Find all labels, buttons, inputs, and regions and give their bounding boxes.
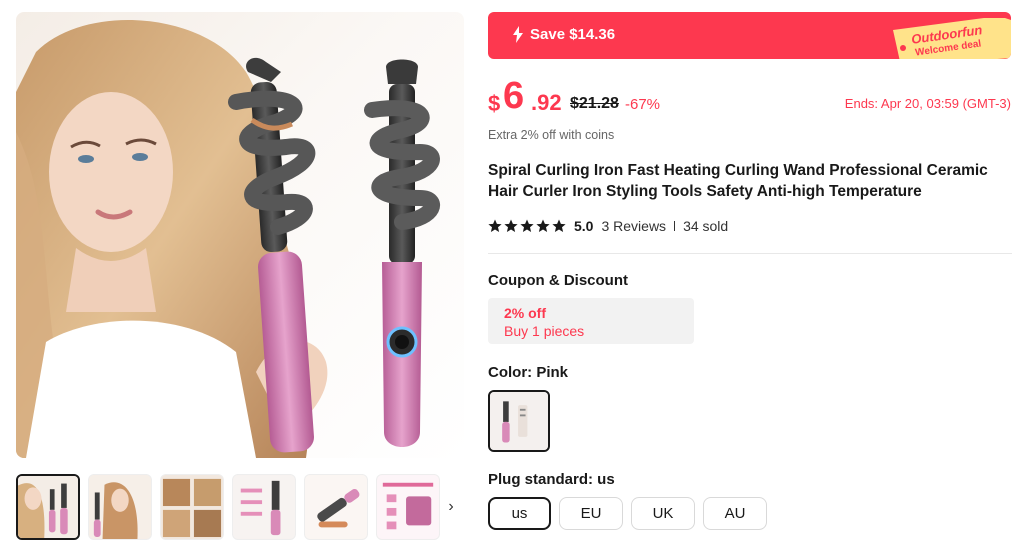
coins-discount-note: Extra 2% off with coins: [488, 128, 615, 142]
rating-separator: [674, 221, 676, 231]
star-icon: [552, 219, 566, 232]
thumbnail-5[interactable]: [304, 474, 368, 540]
save-label: Save $14.36: [512, 26, 615, 43]
plug-option-uk[interactable]: UK: [631, 497, 695, 530]
discount-percent: -67%: [625, 96, 661, 113]
thumbnail-strip: ›: [16, 474, 464, 540]
plug-section-label: Plug standard: us: [488, 471, 615, 488]
thumbnail-4[interactable]: [232, 474, 296, 540]
reviews-link[interactable]: 3 Reviews: [601, 218, 666, 234]
thumbnail-2[interactable]: [88, 474, 152, 540]
save-banner: Save $14.36 Outdoorfun Welcome deal: [488, 12, 1011, 59]
rating-row: 5.0 3 Reviews 34 sold: [488, 216, 728, 236]
plug-option-eu[interactable]: EU: [559, 497, 623, 530]
price-currency: $: [488, 91, 501, 116]
product-title: Spiral Curling Iron Fast Heating Curling…: [488, 162, 988, 200]
section-divider: [488, 253, 1012, 254]
product-illustration: [16, 20, 440, 458]
main-product-image[interactable]: [16, 12, 464, 458]
coupon-section-label: Coupon & Discount: [488, 272, 628, 289]
thumbnail-6[interactable]: [376, 474, 440, 540]
rating-value: 5.0: [574, 218, 594, 234]
star-icon: [504, 219, 518, 232]
price-decimal: .92: [531, 90, 562, 115]
sold-count: 34 sold: [683, 218, 729, 234]
original-price: $21.28: [570, 95, 619, 112]
lightning-icon: [513, 26, 523, 43]
star-icon: [536, 219, 550, 232]
deal-end-time: Ends: Apr 20, 03:59 (GMT-3): [844, 96, 1011, 111]
coupon-discount: 2% off: [504, 305, 546, 321]
thumbnail-1[interactable]: [16, 474, 80, 540]
welcome-deal-tag: Outdoorfun Welcome deal: [879, 18, 1011, 59]
save-amount: Save $14.36: [530, 26, 616, 43]
price-integer: 6: [503, 75, 525, 117]
color-section-label: Color: Pink: [488, 364, 569, 381]
plug-option-us[interactable]: us: [488, 497, 551, 530]
plug-option-au[interactable]: AU: [703, 497, 767, 530]
star-icon: [488, 219, 502, 232]
star-icon: [520, 219, 534, 232]
color-swatch-image: [490, 392, 548, 450]
coupon-card[interactable]: 2% off Buy 1 pieces: [488, 298, 694, 344]
coupon-condition: Buy 1 pieces: [504, 323, 585, 339]
chevron-right-icon[interactable]: ›: [440, 492, 462, 522]
thumbnail-3[interactable]: [160, 474, 224, 540]
star-rating: [488, 219, 566, 233]
color-option-pink[interactable]: [488, 390, 550, 452]
price-row: $ 6 .92 $21.28 -67% Ends: Apr 20, 03:59 …: [488, 74, 1012, 120]
